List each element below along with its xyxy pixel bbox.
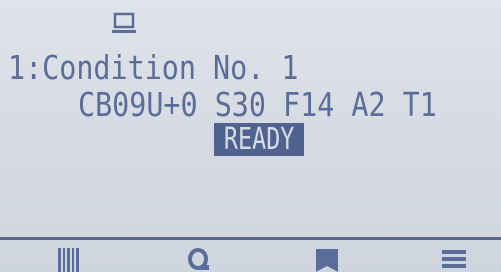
barcode-icon[interactable] <box>56 244 82 272</box>
softkey-divider <box>0 237 501 240</box>
status-text: READY <box>223 123 295 156</box>
lcd-screen: 1:Condition No. 1 CB09U+0 S30 F14 A2 T1 … <box>0 0 501 272</box>
status-badge: READY <box>214 123 304 156</box>
search-icon[interactable] <box>186 244 212 272</box>
settings-line: CB09U+0 S30 F14 A2 T1 <box>78 85 437 124</box>
bookmark-icon[interactable] <box>314 244 340 272</box>
pc-connection-icon <box>112 12 136 33</box>
condition-line: 1:Condition No. 1 <box>8 48 299 87</box>
menu-icon[interactable] <box>441 244 467 272</box>
